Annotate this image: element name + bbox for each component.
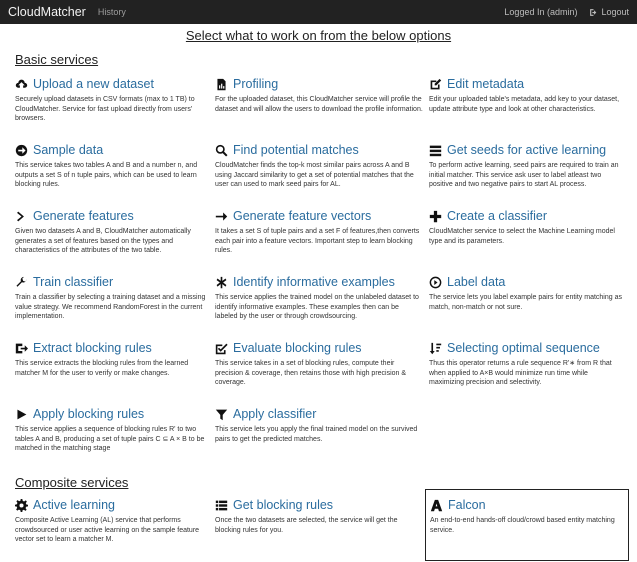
card-title[interactable]: Create a classifier — [447, 209, 547, 223]
card-title[interactable]: Generate feature vectors — [233, 209, 371, 223]
card-title[interactable]: Find potential matches — [233, 143, 359, 157]
card-description: Given two datasets A and B, CloudMatcher… — [15, 228, 191, 255]
card-title[interactable]: Generate features — [33, 209, 134, 223]
circle-play-icon — [429, 276, 442, 289]
card-description: Edit your uploaded table's metadata, add… — [429, 96, 620, 113]
logout-icon — [589, 8, 598, 17]
composite-services-grid: Active learning Composite Active Learnin… — [15, 489, 629, 562]
card-description: Train a classifier by selecting a traini… — [15, 294, 206, 321]
card-title[interactable]: Apply classifier — [233, 407, 316, 421]
service-generate-feature-vectors[interactable]: Generate feature vectors It takes a set … — [215, 207, 429, 273]
card-description: This service applies the trained model o… — [215, 294, 419, 321]
card-description: Securely upload datasets in CSV formats … — [15, 96, 195, 123]
card-title[interactable]: Extract blocking rules — [33, 341, 152, 355]
card-title[interactable]: Identify informative examples — [233, 275, 395, 289]
circle-arrow-icon — [15, 144, 28, 157]
card-title[interactable]: Upload a new dataset — [33, 77, 154, 91]
top-navbar: CloudMatcher History Logged In (admin) L… — [0, 0, 637, 24]
composite-services-heading: Composite services — [15, 475, 129, 490]
play-icon — [15, 408, 28, 421]
service-extract-blocking-rules[interactable]: Extract blocking rules This service extr… — [15, 339, 215, 405]
service-falcon[interactable]: Falcon An end-to-end hands-off cloud/cro… — [425, 489, 629, 561]
card-title[interactable]: Evaluate blocking rules — [233, 341, 362, 355]
tasks-icon — [429, 144, 442, 157]
service-generate-features[interactable]: Generate features Given two datasets A a… — [15, 207, 215, 273]
logged-in-user[interactable]: Logged In (admin) — [504, 7, 577, 17]
nav-right: Logged In (admin) Logout — [504, 7, 629, 17]
card-description: To perform active learning, seed pairs a… — [429, 162, 619, 189]
cog-icon — [15, 498, 28, 512]
card-description: CloudMatcher finds the top-k most simila… — [215, 162, 414, 189]
service-get-seeds[interactable]: Get seeds for active learning To perform… — [429, 141, 629, 207]
edit-icon — [429, 78, 442, 91]
card-title[interactable]: Train classifier — [33, 275, 113, 289]
service-sample-data[interactable]: Sample data This service takes two table… — [15, 141, 215, 207]
card-description: This service takes in a set of blocking … — [215, 360, 407, 387]
page-title: Select what to work on from the below op… — [185, 28, 452, 43]
logout-label: Logout — [601, 7, 629, 17]
export-icon — [15, 342, 28, 355]
service-identify-informative-examples[interactable]: Identify informative examples This servi… — [215, 273, 429, 339]
service-get-blocking-rules[interactable]: Get blocking rules Once the two datasets… — [215, 496, 429, 562]
arrow-right-icon — [215, 210, 228, 223]
card-description: The service lets you label example pairs… — [429, 294, 622, 311]
card-title[interactable]: Get seeds for active learning — [447, 143, 606, 157]
history-link[interactable]: History — [98, 7, 126, 17]
list-icon — [215, 499, 228, 512]
cloud-upload-icon — [15, 78, 28, 91]
plus-icon — [429, 210, 442, 223]
card-description: It takes a set S of tuple pairs and a se… — [215, 228, 420, 255]
brand-link[interactable]: CloudMatcher — [8, 5, 86, 19]
card-title[interactable]: Falcon — [448, 498, 486, 512]
card-description: Thus this operator returns a rule sequen… — [429, 360, 612, 387]
basic-services-grid: Upload a new dataset Securely upload dat… — [15, 75, 629, 471]
card-title[interactable]: Sample data — [33, 143, 103, 157]
service-evaluate-blocking-rules[interactable]: Evaluate blocking rules This service tak… — [215, 339, 429, 405]
basic-services-heading: Basic services — [15, 52, 99, 67]
logout-link[interactable]: Logout — [589, 7, 629, 17]
service-find-potential-matches[interactable]: Find potential matches CloudMatcher find… — [215, 141, 429, 207]
service-upload-dataset[interactable]: Upload a new dataset Securely upload dat… — [15, 75, 215, 141]
service-selecting-optimal-sequence[interactable]: Selecting optimal sequence Thus this ope… — [429, 339, 629, 405]
nav-left: CloudMatcher History — [8, 5, 126, 19]
card-description: An end-to-end hands-off cloud/crowd base… — [430, 517, 615, 534]
card-description: For the uploaded dataset, this CloudMatc… — [215, 96, 423, 113]
search-icon — [215, 144, 228, 157]
service-train-classifier[interactable]: Train classifier Train a classifier by s… — [15, 273, 215, 339]
card-description: CloudMatcher service to select the Machi… — [429, 228, 615, 245]
card-title[interactable]: Active learning — [33, 498, 115, 512]
card-title[interactable]: Get blocking rules — [233, 498, 333, 512]
card-description: Composite Active Learning (AL) service t… — [15, 517, 200, 544]
service-profiling[interactable]: Profiling For the uploaded dataset, this… — [215, 75, 429, 141]
service-apply-classifier[interactable]: Apply classifier This service lets you a… — [215, 405, 429, 471]
card-title[interactable]: Profiling — [233, 77, 278, 91]
check-edit-icon — [215, 342, 228, 355]
card-description: This service extracts the blocking rules… — [15, 360, 189, 377]
service-label-data[interactable]: Label data The service lets you label ex… — [429, 273, 629, 339]
wrench-icon — [15, 276, 28, 289]
document-chart-icon — [215, 78, 228, 91]
service-create-classifier[interactable]: Create a classifier CloudMatcher service… — [429, 207, 629, 273]
card-description: This service lets you apply the final tr… — [215, 426, 418, 443]
chevron-right-icon — [15, 210, 28, 223]
service-active-learning[interactable]: Active learning Composite Active Learnin… — [15, 496, 215, 562]
service-edit-metadata[interactable]: Edit metadata Edit your uploaded table's… — [429, 75, 629, 141]
falcon-logo-icon — [430, 499, 443, 512]
filter-icon — [215, 408, 228, 421]
asterisk-icon — [215, 276, 228, 289]
card-title[interactable]: Label data — [447, 275, 505, 289]
card-description: This service takes two tables A and B an… — [15, 162, 198, 189]
card-description: This service applies a sequence of block… — [15, 426, 205, 453]
card-title[interactable]: Edit metadata — [447, 77, 524, 91]
service-apply-blocking-rules[interactable]: Apply blocking rules This service applie… — [15, 405, 215, 471]
card-title[interactable]: Selecting optimal sequence — [447, 341, 600, 355]
sort-icon — [429, 342, 442, 355]
card-description: Once the two datasets are selected, the … — [215, 517, 398, 534]
card-title[interactable]: Apply blocking rules — [33, 407, 144, 421]
empty-slot — [429, 405, 629, 471]
